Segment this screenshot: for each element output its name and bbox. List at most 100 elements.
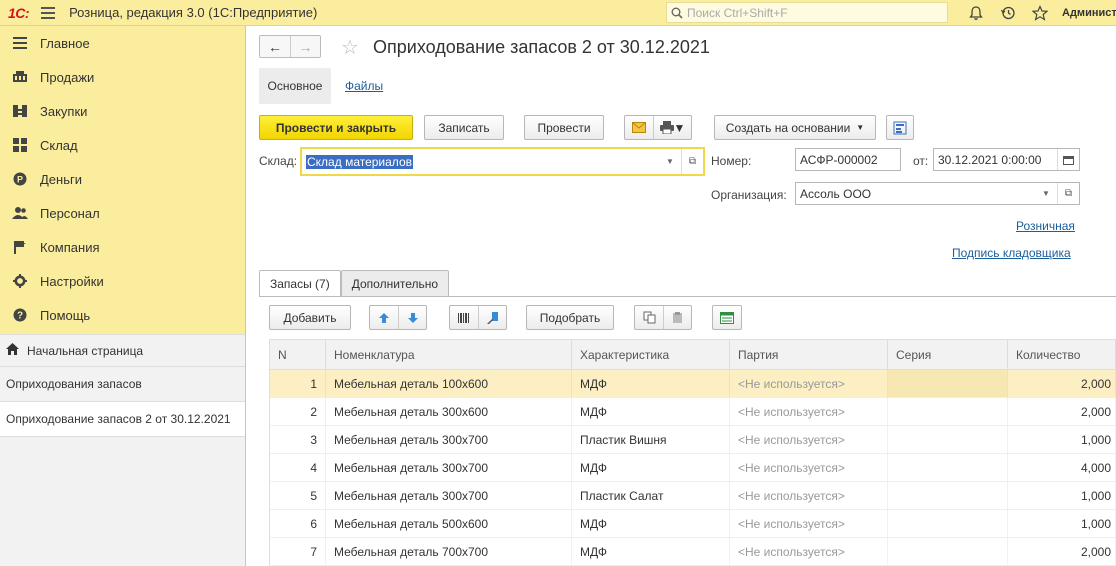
retail-link[interactable]: Розничная — [1016, 219, 1075, 233]
cell-characteristic[interactable]: МДФ — [572, 538, 730, 565]
sidebar-item-money[interactable]: P Деньги — [0, 162, 245, 196]
favorites-star-icon[interactable] — [1030, 3, 1050, 23]
sidebar-item-main[interactable]: Главное — [0, 26, 245, 60]
column-header-quantity[interactable]: Количество — [1008, 340, 1116, 369]
cell-characteristic[interactable]: Пластик Салат — [572, 482, 730, 509]
cell-n[interactable]: 6 — [270, 510, 326, 537]
cell-n[interactable]: 4 — [270, 454, 326, 481]
cell-n[interactable]: 7 — [270, 538, 326, 565]
forward-arrow-icon[interactable]: → — [290, 36, 320, 57]
table-settings-icon[interactable] — [712, 305, 742, 330]
cell-series[interactable] — [888, 454, 1008, 481]
cell-series[interactable] — [888, 510, 1008, 537]
open-window-current[interactable]: Оприходование запасов 2 от 30.12.2021 — [0, 401, 245, 437]
number-field[interactable]: АСФР-000002 — [795, 148, 901, 171]
tab-files[interactable]: Файлы — [345, 79, 383, 93]
paste-icon[interactable] — [663, 306, 691, 329]
date-field[interactable]: 30.12.2021 0:00:00 — [933, 148, 1080, 171]
app-logo[interactable]: 1С: — [8, 5, 30, 21]
table-row[interactable]: 3 Мебельная деталь 300х700 Пластик Вишня <Н… — [270, 426, 1116, 454]
sidebar-item-company[interactable]: Компания — [0, 230, 245, 264]
cell-n[interactable]: 5 — [270, 482, 326, 509]
cell-nomenclature[interactable]: Мебельная деталь 500х600 — [326, 510, 572, 537]
move-up-icon[interactable] — [370, 306, 398, 329]
search-input[interactable] — [687, 5, 937, 20]
post-button[interactable]: Провести — [524, 115, 604, 140]
cell-nomenclature[interactable]: Мебельная деталь 100х600 — [326, 370, 572, 397]
table-row[interactable]: 5 Мебельная деталь 300х700 Пластик Салат <Н… — [270, 482, 1116, 510]
cell-quantity[interactable]: 2,000 — [1008, 398, 1116, 425]
tab-stocks[interactable]: Запасы (7) — [259, 270, 341, 297]
cell-nomenclature[interactable]: Мебельная деталь 300х700 — [326, 482, 572, 509]
column-header-nomenclature[interactable]: Номенклатура — [326, 340, 572, 369]
history-icon[interactable] — [998, 3, 1018, 23]
warehouse-field[interactable]: Склад материалов ▼ ⧉ — [300, 147, 705, 176]
sidebar-item-purchases[interactable]: Закупки — [0, 94, 245, 128]
cell-characteristic[interactable]: МДФ — [572, 370, 730, 397]
chevron-down-icon[interactable]: ▼ — [659, 149, 681, 174]
table-row[interactable]: 6 Мебельная деталь 500х600 МДФ <Не использу… — [270, 510, 1116, 538]
tab-main[interactable]: Основное — [259, 68, 331, 104]
move-down-icon[interactable] — [398, 306, 426, 329]
cell-batch[interactable]: <Не используется> — [730, 538, 888, 565]
home-page-link[interactable]: Начальная страница — [0, 334, 245, 366]
structure-icon[interactable] — [886, 115, 914, 140]
write-button[interactable]: Записать — [424, 115, 504, 140]
cell-quantity[interactable]: 1,000 — [1008, 482, 1116, 509]
chevron-down-icon[interactable]: ▼ — [1035, 183, 1057, 204]
back-arrow-icon[interactable]: ← — [260, 36, 290, 57]
add-button[interactable]: Добавить — [269, 305, 351, 330]
copy-icon[interactable] — [635, 306, 663, 329]
cell-n[interactable]: 3 — [270, 426, 326, 453]
cell-quantity[interactable]: 1,000 — [1008, 426, 1116, 453]
table-row[interactable]: 7 Мебельная деталь 700х700 МДФ <Не использу… — [270, 538, 1116, 566]
cell-characteristic[interactable]: МДФ — [572, 398, 730, 425]
cell-nomenclature[interactable]: Мебельная деталь 300х600 — [326, 398, 572, 425]
sidebar-item-warehouse[interactable]: Склад — [0, 128, 245, 162]
notifications-bell-icon[interactable] — [966, 3, 986, 23]
open-icon[interactable]: ⧉ — [681, 149, 703, 174]
cell-batch[interactable]: <Не используется> — [730, 482, 888, 509]
sidebar-item-staff[interactable]: Персонал — [0, 196, 245, 230]
table-row[interactable]: 4 Мебельная деталь 300х700 МДФ <Не использу… — [270, 454, 1116, 482]
email-icon[interactable] — [625, 116, 653, 139]
calendar-icon[interactable] — [1057, 149, 1079, 170]
storekeeper-signature-link[interactable]: Подпись кладовщика — [952, 246, 1071, 260]
scanner-icon[interactable] — [478, 306, 506, 329]
organization-field[interactable]: Ассоль ООО ▼ ⧉ — [795, 182, 1080, 205]
cell-quantity[interactable]: 2,000 — [1008, 538, 1116, 565]
column-header-batch[interactable]: Партия — [730, 340, 888, 369]
cell-series[interactable] — [888, 370, 1008, 397]
cell-quantity[interactable]: 2,000 — [1008, 370, 1116, 397]
cell-characteristic[interactable]: Пластик Вишня — [572, 426, 730, 453]
global-search[interactable] — [666, 2, 948, 23]
cell-series[interactable] — [888, 398, 1008, 425]
cell-characteristic[interactable]: МДФ — [572, 454, 730, 481]
barcode-icon[interactable] — [450, 306, 478, 329]
sidebar-item-sales[interactable]: Продажи — [0, 60, 245, 94]
cell-nomenclature[interactable]: Мебельная деталь 300х700 — [326, 426, 572, 453]
cell-nomenclature[interactable]: Мебельная деталь 700х700 — [326, 538, 572, 565]
cell-quantity[interactable]: 1,000 — [1008, 510, 1116, 537]
create-based-on-button[interactable]: Создать на основании ▼ — [714, 115, 876, 140]
open-icon[interactable]: ⧉ — [1057, 183, 1079, 204]
cell-series[interactable] — [888, 482, 1008, 509]
table-row[interactable]: 1 Мебельная деталь 100х600 МДФ <Не использу… — [270, 370, 1116, 398]
column-header-characteristic[interactable]: Характеристика — [572, 340, 730, 369]
sidebar-item-settings[interactable]: Настройки — [0, 264, 245, 298]
post-and-close-button[interactable]: Провести и закрыть — [259, 115, 413, 140]
sidebar-item-help[interactable]: ? Помощь — [0, 298, 245, 332]
favorite-star-icon[interactable]: ☆ — [341, 35, 359, 60]
cell-batch[interactable]: <Не используется> — [730, 510, 888, 537]
column-header-n[interactable]: N — [270, 340, 326, 369]
cell-quantity[interactable]: 4,000 — [1008, 454, 1116, 481]
open-window-list[interactable]: Оприходования запасов — [0, 366, 245, 401]
cell-characteristic[interactable]: МДФ — [572, 510, 730, 537]
cell-series[interactable] — [888, 538, 1008, 565]
pick-button[interactable]: Подобрать — [526, 305, 614, 330]
cell-n[interactable]: 1 — [270, 370, 326, 397]
column-header-series[interactable]: Серия — [888, 340, 1008, 369]
cell-batch[interactable]: <Не используется> — [730, 426, 888, 453]
cell-n[interactable]: 2 — [270, 398, 326, 425]
cell-series[interactable] — [888, 426, 1008, 453]
